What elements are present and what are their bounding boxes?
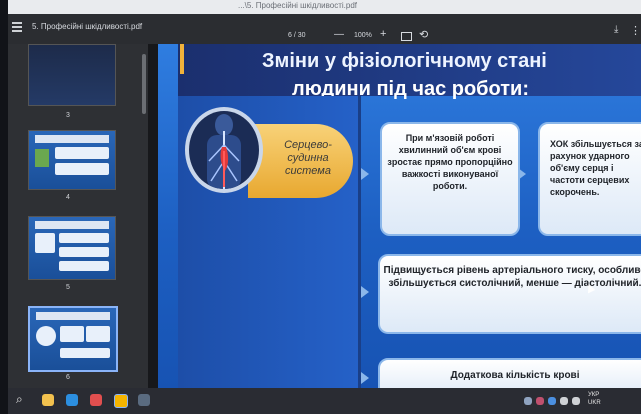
arrow-right-icon	[361, 168, 369, 180]
connector-line	[358, 96, 361, 388]
more-options-icon[interactable]: ⋮	[630, 24, 641, 37]
fit-page-icon[interactable]	[401, 32, 412, 41]
accent-stripe	[180, 44, 184, 74]
address-text[interactable]: ...\5. Професійні шкідливості.pdf	[238, 1, 357, 10]
zoom-in-button[interactable]: +	[380, 28, 386, 40]
tray-icon[interactable]	[536, 397, 544, 405]
card-text: ХОК збільшується за рахунок ударного об'…	[550, 139, 641, 197]
address-bar[interactable]: ...\5. Професійні шкідливості.pdf	[8, 0, 641, 14]
download-icon[interactable]: ⤓	[614, 24, 618, 35]
thumbnail-number: 3	[66, 112, 70, 119]
app-icon[interactable]	[90, 394, 102, 406]
card-text: Додаткова кількість крові	[450, 370, 580, 381]
info-card-stroke-volume: ХОК збільшується за рахунок ударного об'…	[538, 122, 641, 236]
zoom-level[interactable]: 100%	[354, 32, 372, 39]
card-text: При м'язовій роботі хвилинний об'єм кров…	[387, 133, 513, 191]
thumbnail-page-6[interactable]	[28, 306, 118, 372]
menu-icon[interactable]	[12, 22, 22, 32]
file-explorer-icon[interactable]	[42, 394, 54, 406]
thumbnail-sidebar: 3 4 5 6	[8, 44, 148, 388]
thumbnail-number: 6	[66, 374, 70, 381]
thumbnail-number: 5	[66, 284, 70, 291]
divider	[148, 44, 158, 388]
rotate-icon[interactable]: ⟲	[419, 28, 428, 41]
thumbnail-page-3[interactable]	[28, 44, 116, 106]
info-card-additional-blood: Додаткова кількість крові	[378, 358, 641, 388]
cardiovascular-image	[185, 107, 263, 193]
edge-icon[interactable]	[66, 394, 78, 406]
slide-title-line1: Зміни у фізіологічному стані	[262, 50, 547, 72]
pdf-toolbar: 5. Професійні шкідливості.pdf 6 / 30 — 1…	[8, 14, 641, 44]
card-text: Підвищується рівень артеріального тиску,…	[383, 265, 641, 289]
search-icon[interactable]: ⌕	[16, 392, 23, 407]
wifi-icon[interactable]	[560, 397, 568, 405]
zoom-out-button[interactable]: —	[334, 29, 344, 40]
category-label: Серцево-судинна система	[284, 139, 332, 177]
tray-icon[interactable]	[524, 397, 532, 405]
taskbar: ⌕ УКР UKR	[8, 388, 641, 414]
thumbnail-number: 4	[66, 194, 70, 201]
arrow-right-icon	[361, 372, 369, 384]
chrome-icon[interactable]	[114, 394, 128, 408]
thumbnail-page-4[interactable]	[28, 130, 116, 190]
app-icon[interactable]	[138, 394, 150, 406]
info-card-blood-pressure: Підвищується рівень артеріального тиску,…	[378, 254, 641, 334]
tray-icon[interactable]	[548, 397, 556, 405]
slide-page: Зміни у фізіологічному стані людини під …	[158, 44, 641, 388]
volume-icon[interactable]	[572, 397, 580, 405]
arrow-right-icon	[361, 286, 369, 298]
info-card-cardiac-output: При м'язовій роботі хвилинний об'єм кров…	[380, 122, 520, 236]
thumbnail-page-5[interactable]	[28, 216, 116, 280]
region-indicator[interactable]: UKR	[588, 400, 601, 406]
sidebar-scrollbar[interactable]	[142, 54, 146, 114]
language-indicator[interactable]: УКР	[588, 392, 599, 398]
page-indicator[interactable]: 6 / 30	[288, 32, 306, 39]
document-title: 5. Професійні шкідливості.pdf	[32, 22, 143, 31]
screen: ...\5. Професійні шкідливості.pdf 5. Про…	[8, 0, 641, 414]
